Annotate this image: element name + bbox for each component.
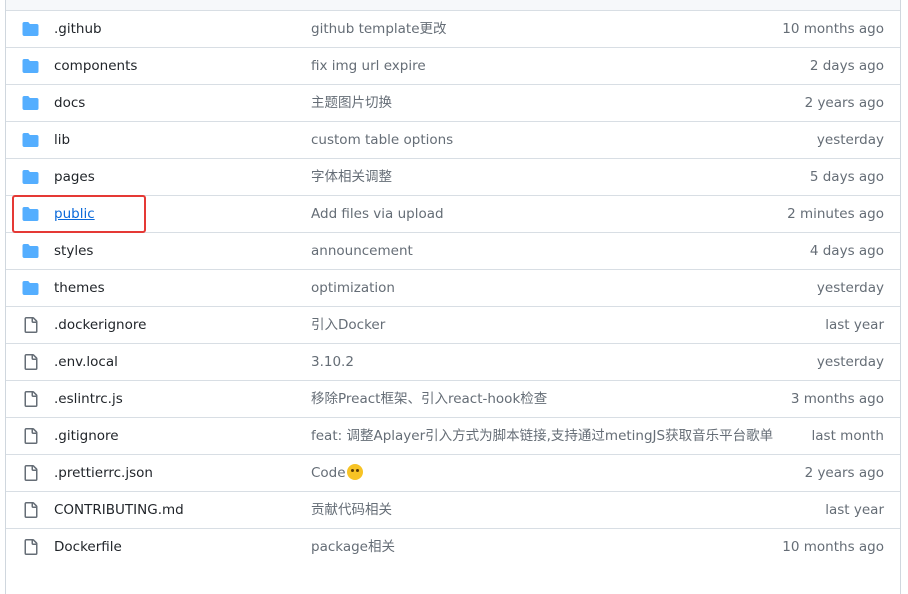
- commit-message[interactable]: 字体相关调整: [311, 159, 392, 196]
- commit-message[interactable]: 移除Preact框架、引入react-hook检查: [311, 381, 547, 418]
- file-row[interactable]: lib custom table options yesterday: [6, 122, 900, 159]
- commit-age: 2 days ago: [809, 58, 884, 74]
- file-name[interactable]: pages: [54, 159, 95, 196]
- file-icon: [24, 539, 38, 555]
- file-name[interactable]: components: [54, 48, 137, 85]
- file-row[interactable]: Dockerfile package相关 10 months ago: [6, 529, 900, 566]
- file-row[interactable]: CONTRIBUTING.md 贡献代码相关 last year: [6, 492, 900, 529]
- file-row[interactable]: .env.local 3.10.2 yesterday: [6, 344, 900, 381]
- commit-age: 10 months ago: [782, 539, 884, 555]
- folder-icon: [22, 207, 39, 221]
- file-icon: [24, 391, 38, 407]
- commit-message[interactable]: fix img url expire: [311, 48, 426, 85]
- commit-message-with-emoji[interactable]: Code: [311, 455, 363, 492]
- commit-age: last year: [825, 502, 884, 518]
- file-name[interactable]: themes: [54, 270, 105, 307]
- commit-age: 3 months ago: [790, 391, 884, 407]
- file-list: .github github template更改 10 months ago …: [5, 0, 901, 594]
- folder-icon: [22, 96, 39, 110]
- commit-age: 2 years ago: [804, 465, 884, 481]
- folder-icon: [22, 22, 39, 36]
- commit-age: 5 days ago: [809, 169, 884, 185]
- commit-message[interactable]: optimization: [311, 270, 395, 307]
- file-icon: [24, 502, 38, 518]
- file-row[interactable]: .eslintrc.js 移除Preact框架、引入react-hook检查 3…: [6, 381, 900, 418]
- file-name[interactable]: .eslintrc.js: [54, 381, 123, 418]
- file-name[interactable]: docs: [54, 85, 85, 122]
- commit-age: 10 months ago: [782, 21, 884, 37]
- file-row[interactable]: components fix img url expire 2 days ago: [6, 48, 900, 85]
- file-row[interactable]: .github github template更改 10 months ago: [6, 11, 900, 48]
- file-icon: [24, 465, 38, 481]
- file-list-header: [6, 0, 900, 11]
- file-name[interactable]: .gitignore: [54, 418, 119, 455]
- file-row[interactable]: styles announcement 4 days ago: [6, 233, 900, 270]
- folder-icon: [22, 170, 39, 184]
- commit-age: 2 years ago: [804, 95, 884, 111]
- file-icon: [24, 354, 38, 370]
- commit-message[interactable]: github template更改: [311, 11, 447, 48]
- file-name-link[interactable]: public: [54, 196, 95, 233]
- commit-message[interactable]: 贡献代码相关: [311, 492, 392, 529]
- commit-message[interactable]: announcement: [311, 233, 413, 270]
- commit-age: last month: [811, 428, 884, 444]
- commit-message[interactable]: 3.10.2: [311, 344, 354, 381]
- file-row[interactable]: docs 主题图片切换 2 years ago: [6, 85, 900, 122]
- commit-message[interactable]: Add files via upload: [311, 196, 444, 233]
- file-row[interactable]: .gitignore feat: 调整Aplayer引入方式为脚本链接,支持通过…: [6, 418, 900, 455]
- file-name[interactable]: .github: [54, 11, 102, 48]
- commit-message[interactable]: feat: 调整Aplayer引入方式为脚本链接,支持通过metingJS获取音…: [311, 418, 773, 455]
- file-row[interactable]: .dockerignore 引入Docker last year: [6, 307, 900, 344]
- folder-icon: [22, 133, 39, 147]
- commit-age: last year: [825, 317, 884, 333]
- file-icon: [24, 428, 38, 444]
- file-row[interactable]: pages 字体相关调整 5 days ago: [6, 159, 900, 196]
- file-row[interactable]: .prettierrc.json Code 2 years ago: [6, 455, 900, 492]
- file-icon: [24, 317, 38, 333]
- commit-age: yesterday: [816, 354, 884, 370]
- folder-icon: [22, 281, 39, 295]
- commit-message[interactable]: 主题图片切换: [311, 85, 392, 122]
- file-name[interactable]: CONTRIBUTING.md: [54, 492, 184, 529]
- commit-message[interactable]: package相关: [311, 529, 395, 566]
- file-name[interactable]: .prettierrc.json: [54, 455, 153, 492]
- folder-icon: [22, 59, 39, 73]
- file-name[interactable]: styles: [54, 233, 93, 270]
- commit-age: yesterday: [816, 132, 884, 148]
- file-name[interactable]: .dockerignore: [54, 307, 146, 344]
- commit-message[interactable]: custom table options: [311, 122, 453, 159]
- commit-age: yesterday: [816, 280, 884, 296]
- folder-icon: [22, 244, 39, 258]
- file-row[interactable]: public Add files via upload 2 minutes ag…: [6, 196, 900, 233]
- file-row[interactable]: themes optimization yesterday: [6, 270, 900, 307]
- commit-age: 2 minutes ago: [787, 206, 884, 222]
- file-name[interactable]: Dockerfile: [54, 529, 122, 566]
- file-name[interactable]: .env.local: [54, 344, 118, 381]
- commit-age: 4 days ago: [809, 243, 884, 259]
- commit-message[interactable]: Code: [311, 465, 346, 481]
- commit-message[interactable]: 引入Docker: [311, 307, 385, 344]
- rofl-emoji-icon: [346, 464, 363, 480]
- file-name[interactable]: lib: [54, 122, 70, 159]
